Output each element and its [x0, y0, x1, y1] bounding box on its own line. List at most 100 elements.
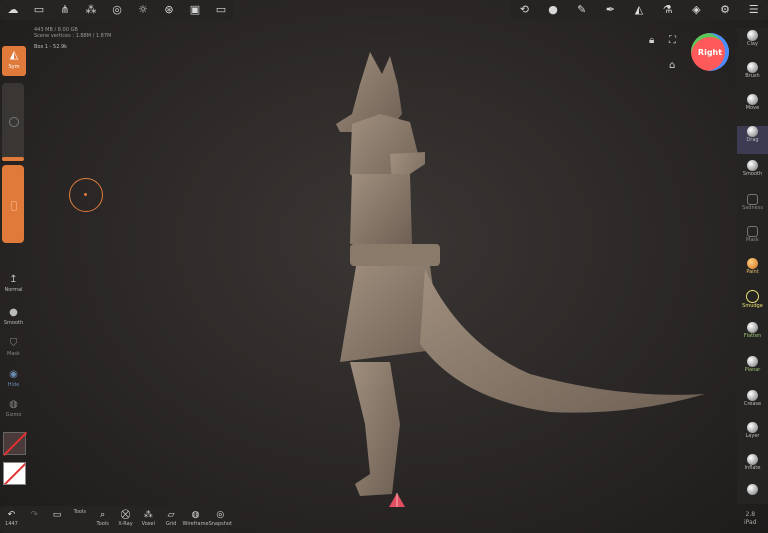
radius-knob[interactable]	[9, 117, 19, 127]
symmetry-label: Sym	[8, 64, 20, 70]
grid-label: Grid	[165, 521, 177, 527]
brush-drag[interactable]: Drag	[737, 126, 768, 154]
camera-settings-icon[interactable]: ⊛	[156, 0, 182, 20]
top-right-toolbar: ⟲ ● ✎ ✒ ◭ ⚗ ◈ ⚙ ☰	[510, 0, 768, 20]
radius-slider[interactable]	[2, 83, 24, 161]
brush-label: Move	[745, 105, 760, 111]
paint-icon	[747, 258, 758, 269]
move-icon	[747, 94, 758, 105]
voxel-icon: ⁂	[143, 510, 153, 520]
snapshot-button[interactable]: ◎ Snapshot	[209, 506, 232, 533]
secondary-color-swatch[interactable]	[3, 462, 26, 485]
material-icon[interactable]: ●	[539, 0, 568, 20]
settings-icon[interactable]: ⚙	[711, 0, 740, 20]
primary-color-swatch[interactable]	[3, 432, 26, 455]
brush-label: Smooth	[742, 171, 763, 177]
flask-icon[interactable]: ⚗	[653, 0, 682, 20]
brush-sadness[interactable]: Sadness	[737, 194, 768, 211]
sliders-icon[interactable]: ☰	[739, 0, 768, 20]
video-icon[interactable]: ▭	[208, 0, 234, 20]
drag-icon	[747, 126, 758, 137]
wireframe-button[interactable]: ◍ Wireframe	[183, 506, 209, 533]
brush-label: Layer	[745, 433, 760, 439]
snapshot-label: Snapshot	[208, 521, 232, 527]
gallery-icon[interactable]: ⟲	[510, 0, 539, 20]
brush-inflate[interactable]: Inflate	[737, 454, 768, 471]
brush-smudge[interactable]: Smudge	[737, 290, 768, 309]
globe-icon[interactable]: ◎	[104, 0, 130, 20]
redo-icon: ↷	[30, 510, 38, 520]
sculpt-model[interactable]	[330, 44, 710, 514]
symmetry-icon[interactable]: ◭	[625, 0, 654, 20]
voxel-button[interactable]: ⁂ Voxel	[137, 506, 160, 533]
brush-move[interactable]: Move	[737, 94, 768, 111]
grid-icon: ▱	[167, 510, 175, 520]
grid-button[interactable]: ▱ Grid	[160, 506, 183, 533]
brush-icon[interactable]: ✎	[567, 0, 596, 20]
brush-paint[interactable]: Paint	[737, 258, 768, 275]
bottom-toolbar: ↶ 1447 ↷ ▭ Tools ⌕ Tools ⛒ X-Ray ⁂ Voxel ▱ Gr…	[0, 506, 232, 533]
mesh-button[interactable]: ▭	[46, 506, 69, 533]
brush-planar[interactable]: Planar	[737, 356, 768, 373]
gizmo-tool[interactable]: ◍ Gizmo	[0, 398, 27, 418]
mask-tool[interactable]: ⛉ Mask	[0, 337, 27, 357]
normal-label: Normal	[4, 287, 23, 293]
brush-cursor-center	[84, 193, 87, 196]
redo-button[interactable]: ↷	[23, 506, 46, 533]
brush-brush[interactable]: Brush	[737, 62, 768, 79]
normal-tool[interactable]: ↥ Normal	[0, 273, 27, 293]
top-left-toolbar: ☁ ▭ ⋔ ⁂ ◎ ☼ ⊛ ▣ ▭	[0, 0, 234, 20]
hide-tool[interactable]: ◉ Hide	[0, 368, 27, 388]
scene-icon[interactable]: ⁂	[78, 0, 104, 20]
model-leg	[350, 362, 400, 496]
brush-layer[interactable]: Layer	[737, 422, 768, 439]
voxel-label: Voxel	[141, 521, 155, 527]
intensity-slider[interactable]	[2, 165, 24, 243]
folder-icon[interactable]: ▭	[26, 0, 52, 20]
symmetry-button[interactable]: ◭ Sym	[2, 46, 26, 76]
brush-label: Clay	[747, 41, 758, 47]
brush-crease[interactable]: Crease	[737, 390, 768, 407]
brush-label: Mask	[746, 237, 759, 243]
share-icon[interactable]: ⋔	[52, 0, 78, 20]
image-icon[interactable]: ▣	[182, 0, 208, 20]
tools-button[interactable]: ⌕ Tools	[91, 506, 114, 533]
wireframe-icon: ◍	[191, 510, 200, 520]
brush-clay[interactable]: Clay	[737, 30, 768, 47]
clay-icon	[747, 30, 758, 41]
hide-label: Hide	[7, 382, 20, 388]
brush-more[interactable]	[737, 484, 768, 495]
brush-label: Flatten	[743, 333, 762, 339]
planar-icon	[747, 356, 758, 367]
mask-icon: ⛉	[9, 338, 18, 349]
undo-count: 1447	[5, 521, 18, 527]
shield-icon	[747, 194, 758, 205]
brush-label: Paint	[746, 269, 759, 275]
hide-eye-icon: ◉	[9, 369, 18, 380]
cloud-icon[interactable]: ☁	[0, 0, 26, 20]
layers-icon[interactable]: ◈	[682, 0, 711, 20]
pen-icon[interactable]: ✒	[596, 0, 625, 20]
brush-label: Sadness	[742, 205, 763, 211]
sun-icon[interactable]: ☼	[130, 0, 156, 20]
search-icon: ⌕	[100, 510, 106, 520]
active-object-label[interactable]: Box 1 - 52.9k	[34, 44, 111, 50]
brush-label: Planar	[744, 367, 761, 373]
model-torso	[350, 174, 412, 244]
undo-button[interactable]: ↶ 1447	[0, 506, 23, 533]
symmetry-icon: ◭	[9, 48, 19, 61]
brush-smooth[interactable]: Smooth	[737, 160, 768, 177]
smooth-tool[interactable]: ● Smooth	[0, 306, 27, 326]
tools-label: Tools	[96, 521, 109, 527]
brush-ball-icon	[747, 62, 758, 73]
brush-mask[interactable]: Mask	[737, 226, 768, 243]
intensity-knob[interactable]	[11, 201, 17, 211]
version-badge: 2.8 iPad	[744, 511, 757, 527]
smooth-ball-icon: ●	[9, 307, 18, 318]
symmetry-plane-marker	[389, 493, 405, 507]
blank-button[interactable]: Tools	[68, 506, 91, 533]
brush-flatten[interactable]: Flatten	[737, 322, 768, 339]
brush-palette: Clay Brush Move Drag Smooth Sadness Mask…	[737, 28, 768, 504]
xray-button[interactable]: ⛒ X-Ray	[114, 506, 137, 533]
blank-label: Tools	[73, 509, 86, 515]
